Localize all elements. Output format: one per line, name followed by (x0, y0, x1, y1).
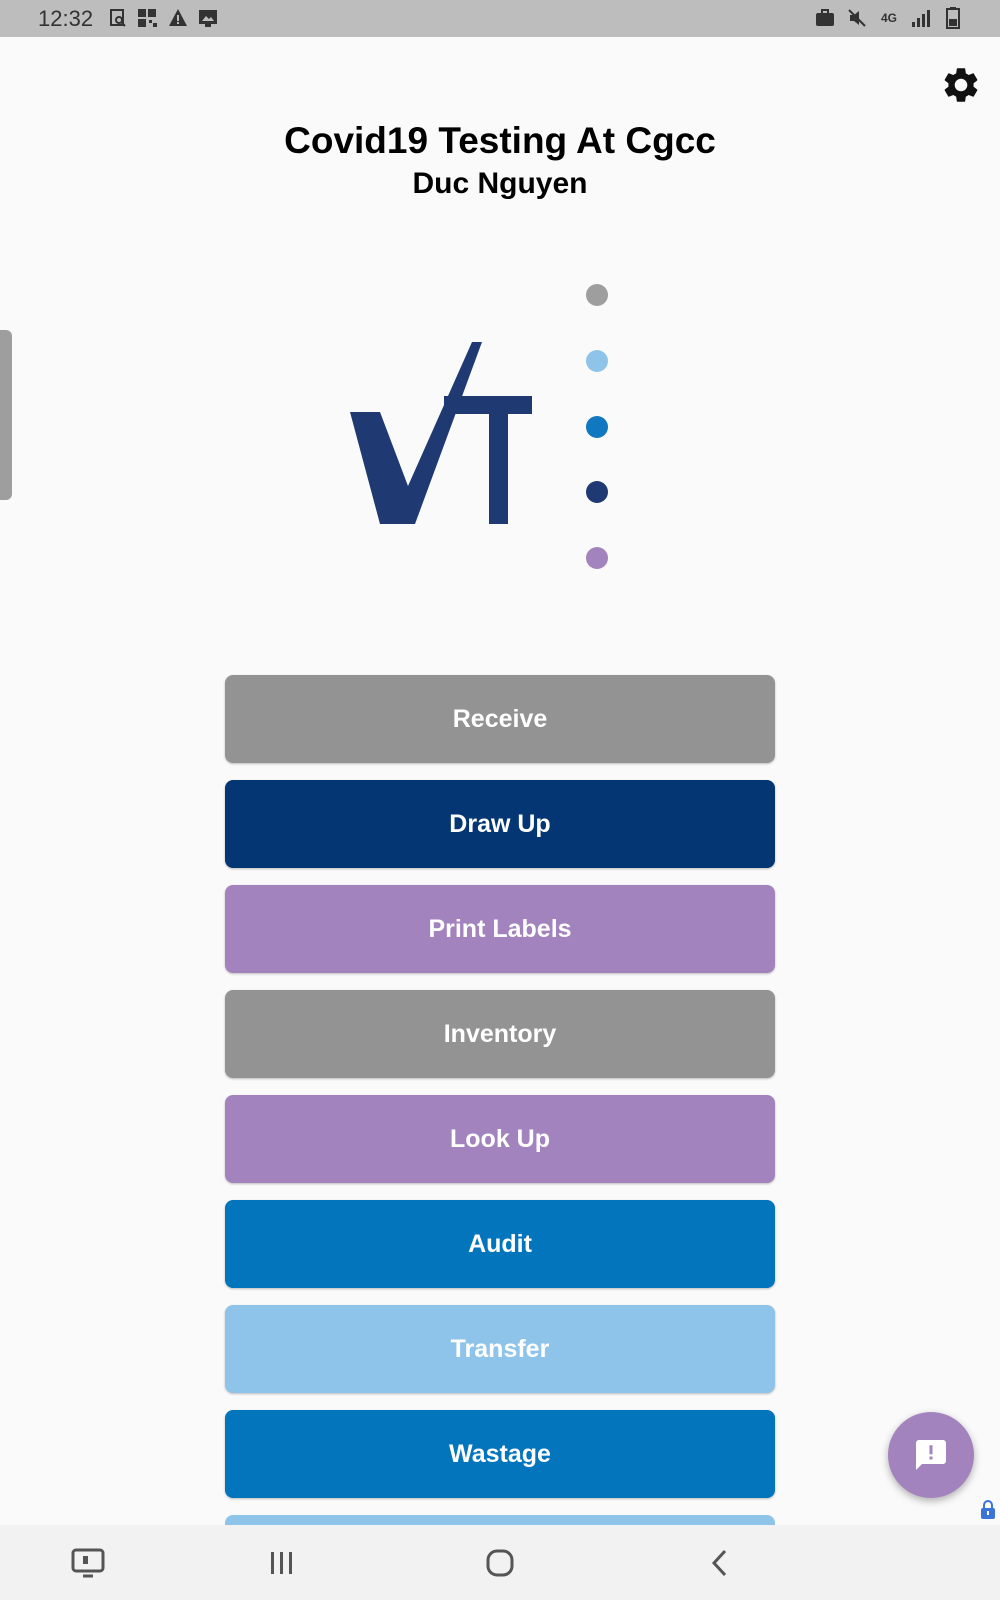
logo-dot-2 (586, 350, 608, 372)
transfer-button-label: Transfer (450, 1334, 550, 1363)
mute-icon (846, 7, 868, 29)
look-up-button[interactable]: Look Up (225, 1095, 775, 1183)
logo-t-stem (489, 396, 508, 524)
network-label: 4G (880, 11, 897, 25)
status-bar: 12:32 4G (0, 0, 1000, 37)
home-icon[interactable] (480, 1543, 520, 1583)
print-labels-button[interactable]: Print Labels (225, 885, 775, 973)
recent-apps-icon[interactable] (262, 1543, 302, 1583)
partial-next-button[interactable] (225, 1515, 775, 1525)
user-name: Duc Nguyen (412, 167, 588, 200)
scrollbar[interactable] (0, 330, 12, 500)
audit-button-label: Audit (468, 1229, 532, 1258)
wastage-button[interactable]: Wastage (225, 1410, 775, 1498)
draw-up-button-label: Draw Up (449, 809, 551, 838)
draw-up-button[interactable]: Draw Up (225, 780, 775, 868)
lock-badge-icon (978, 1500, 998, 1520)
signal-icon (910, 7, 932, 29)
battery-icon (942, 7, 964, 29)
inventory-button[interactable]: Inventory (225, 990, 775, 1078)
qr-scan-icon (137, 7, 159, 29)
logo-dot-4 (586, 481, 608, 503)
audit-button[interactable]: Audit (225, 1200, 775, 1288)
screenshot-icon (107, 7, 129, 29)
logo-dot-1 (586, 284, 608, 306)
logo-dot-5 (586, 547, 608, 569)
transfer-button[interactable]: Transfer (225, 1305, 775, 1393)
network-4g-icon: 4G (878, 7, 900, 29)
image-icon (197, 7, 219, 29)
look-up-button-label: Look Up (450, 1124, 550, 1153)
logo-dot-3 (586, 416, 608, 438)
inventory-button-label: Inventory (443, 1019, 557, 1048)
back-icon[interactable] (700, 1543, 740, 1583)
receive-button[interactable]: Receive (225, 675, 775, 763)
feedback-fab[interactable] (888, 1412, 974, 1498)
system-nav-bar (0, 1525, 1000, 1600)
settings-gear-icon[interactable] (940, 64, 982, 106)
briefcase-icon (814, 7, 836, 29)
print-labels-button-label: Print Labels (428, 914, 572, 943)
vt-logo (340, 270, 640, 590)
page-title: Covid19 Testing At Cgcc (284, 120, 716, 161)
status-right-icons: 4G (814, 7, 964, 29)
receive-button-label: Receive (452, 704, 548, 733)
logo-t-bar (444, 396, 532, 414)
screen-icon[interactable] (68, 1543, 108, 1583)
status-time: 12:32 (38, 6, 94, 31)
logo-v (350, 342, 482, 524)
wastage-button-label: Wastage (449, 1439, 551, 1468)
feedback-icon (916, 1440, 946, 1470)
warning-icon (167, 7, 189, 29)
status-left-icons (107, 7, 219, 29)
